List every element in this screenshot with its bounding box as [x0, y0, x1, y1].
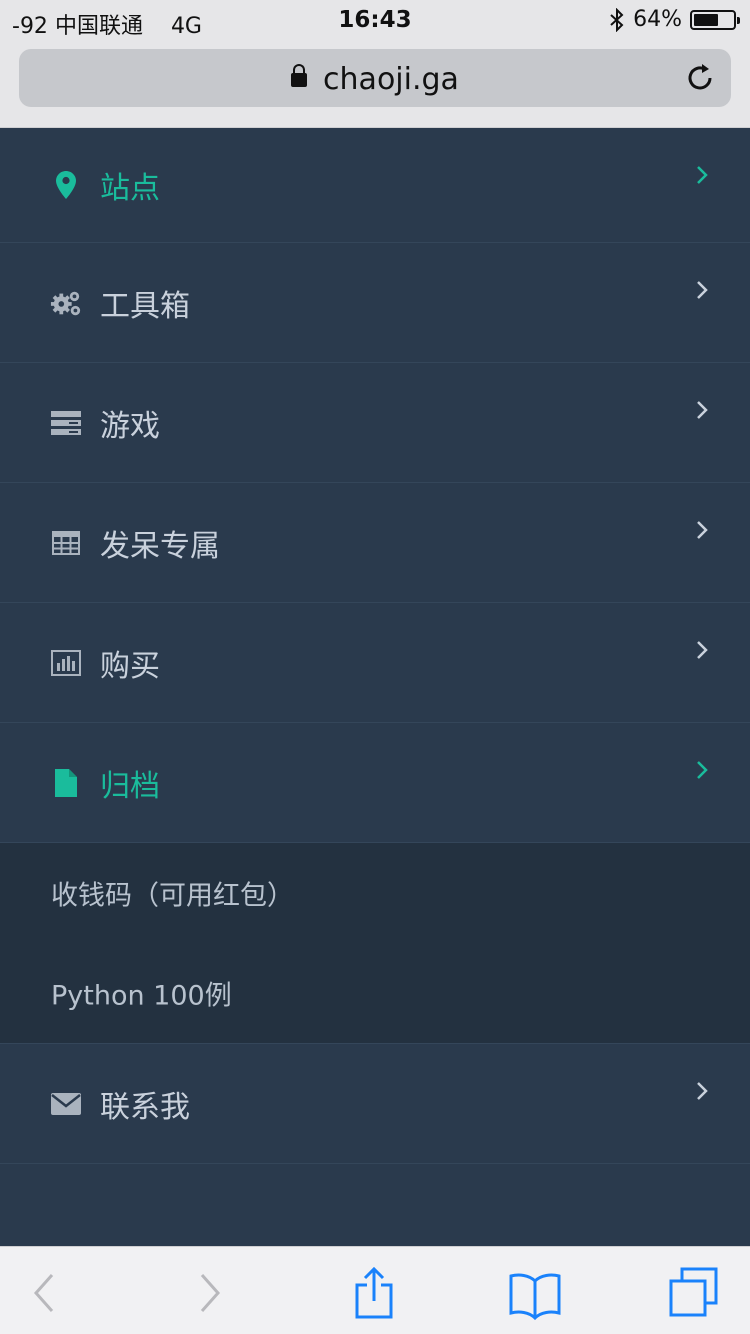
battery-fill — [694, 13, 719, 26]
menu-item-idle[interactable]: 发呆专属 — [0, 483, 750, 603]
chevron-right-icon — [697, 1082, 708, 1100]
chevron-right-icon — [697, 166, 708, 184]
chevron-right-icon — [697, 641, 708, 659]
url-text: chaoji.ga — [323, 62, 459, 97]
menu-item-contact[interactable]: 联系我 — [0, 1044, 750, 1164]
battery-icon — [690, 9, 740, 30]
battery-percent: 64% — [633, 7, 682, 32]
bluetooth-icon — [610, 7, 624, 32]
tabs-icon[interactable] — [666, 1265, 722, 1321]
chevron-right-icon — [697, 401, 708, 419]
chevron-right-icon — [697, 281, 708, 299]
menu-item-archive[interactable]: 归档 — [0, 723, 750, 843]
menu-item-label: 联系我 — [100, 1089, 190, 1125]
menu-item-sites[interactable]: 站点 — [0, 128, 750, 243]
url-display[interactable]: chaoji.ga — [19, 62, 731, 97]
bookmarks-icon[interactable] — [507, 1265, 563, 1321]
menu-item-games[interactable]: 游戏 — [0, 363, 750, 483]
status-right: 64% — [609, 7, 740, 32]
address-bar[interactable]: chaoji.ga — [19, 49, 731, 107]
chevron-right-icon — [697, 521, 708, 539]
lock-icon — [291, 64, 308, 87]
chevron-right-icon — [697, 761, 708, 779]
submenu-item-python-100[interactable]: Python 100例 — [0, 943, 750, 1043]
table-icon — [50, 527, 82, 559]
file-icon — [50, 767, 82, 799]
menu-item-label: 站点 — [100, 171, 160, 206]
map-marker-icon — [50, 169, 82, 201]
back-icon[interactable] — [16, 1265, 72, 1321]
server-icon — [50, 407, 82, 439]
reload-icon[interactable] — [683, 61, 717, 95]
menu-item-label: 工具箱 — [100, 288, 190, 324]
menu-item-buy[interactable]: 购买 — [0, 603, 750, 723]
gears-icon — [50, 287, 82, 319]
archive-submenu: 收钱码（可用红包） Python 100例 — [0, 843, 750, 1044]
menu-item-toolbox[interactable]: 工具箱 — [0, 243, 750, 363]
forward-icon[interactable] — [182, 1265, 238, 1321]
menu-item-label: 游戏 — [100, 408, 160, 444]
submenu-item-payment-code[interactable]: 收钱码（可用红包） — [0, 843, 750, 943]
submenu-item-label: Python 100例 — [51, 980, 232, 1012]
browser-header: chaoji.ga — [0, 40, 750, 128]
nav-menu: 站点 工具箱 游戏 发呆专属 购买 归档 收钱码（可用红包） Python 10… — [0, 128, 750, 1164]
submenu-item-label: 收钱码（可用红包） — [51, 880, 294, 912]
status-bar: -92 中国联通 4G 16:43 64% — [0, 0, 750, 40]
menu-item-label: 购买 — [100, 648, 160, 684]
browser-toolbar — [0, 1246, 750, 1334]
menu-item-label: 发呆专属 — [100, 528, 220, 564]
envelope-icon — [50, 1088, 82, 1120]
menu-item-label: 归档 — [100, 768, 160, 804]
share-icon[interactable] — [346, 1265, 402, 1321]
bar-chart-icon — [50, 647, 82, 679]
